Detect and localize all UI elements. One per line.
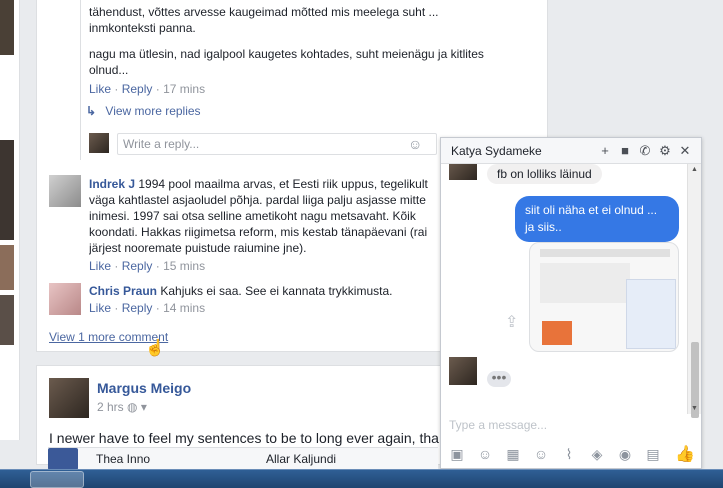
browser-taskbar-button[interactable] (30, 471, 84, 488)
post-meta: 2 hrs ◍ ▾ (97, 400, 147, 414)
calendar-icon[interactable]: ▤ (643, 446, 663, 463)
comment: Indrek J 1994 pool maailma arvas, et Ees… (89, 176, 439, 256)
photo-icon[interactable]: ▣ (447, 446, 467, 463)
phone-icon[interactable]: ✆ (635, 143, 655, 159)
left-rail (0, 0, 20, 440)
thumbnail[interactable] (0, 245, 14, 290)
privacy-icon[interactable]: ◍ ▾ (127, 400, 147, 414)
globe-icon[interactable] (48, 447, 78, 470)
bottom-bar: Thea Inno Allar Kaljundi (48, 447, 438, 470)
like-link[interactable]: Like (89, 301, 111, 315)
like-link[interactable]: Like (89, 259, 111, 273)
reply-arrow-icon: ↳ (86, 104, 97, 118)
avatar (449, 357, 477, 385)
contact-item[interactable]: Thea Inno (96, 452, 266, 466)
share-icon[interactable]: ⇪ (505, 312, 518, 332)
plus-icon[interactable]: + (595, 143, 615, 158)
timestamp[interactable]: 2 hrs (97, 400, 124, 414)
like-icon[interactable]: 👍 (675, 444, 695, 464)
chat-title[interactable]: Katya Sydameke (451, 144, 595, 158)
reply-paragraph: nagu ma ütlesin, nad igalpool kaugetes k… (89, 47, 484, 77)
message-incoming: fb on lolliks läinud (487, 164, 602, 184)
like-link[interactable]: Like (89, 82, 111, 96)
avatar[interactable] (89, 133, 109, 153)
avatar[interactable] (49, 283, 81, 315)
camera-icon[interactable]: ◉ (615, 446, 635, 463)
timestamp: 14 mins (163, 301, 206, 315)
message-outgoing: siit oli näha et ei olnud ... ja siis.. (515, 196, 679, 242)
chat-toolbar: ▣ ☺ ▦ ☺ ⌇ ◈ ◉ ▤ 👍 (441, 440, 701, 468)
timestamp: 17 mins (163, 82, 206, 96)
reply-input[interactable]: Write a reply... (117, 133, 437, 155)
scroll-up-icon[interactable]: ▲ (691, 166, 698, 173)
comment-actions: Like · Reply · 14 mins (89, 301, 206, 315)
reply-actions: Like · Reply · 17 mins (89, 82, 206, 96)
image-attachment[interactable] (529, 242, 679, 352)
comment-actions: Like · Reply · 15 mins (89, 259, 206, 273)
comment-text: Kahjuks ei saa. See ei kannata trykkimus… (160, 284, 393, 298)
message-input[interactable]: Type a message... (449, 418, 547, 432)
typing-indicator: ••• (487, 370, 511, 387)
comment: Chris Praun Kahjuks ei saa. See ei kanna… (89, 283, 439, 299)
timestamp: 15 mins (163, 259, 206, 273)
attachment-icon[interactable]: ⌇ (559, 446, 579, 463)
video-call-icon[interactable]: ■ (615, 143, 635, 158)
chat-scrollbar[interactable]: ▲ ▼ (687, 164, 701, 418)
gear-icon[interactable]: ⚙ (655, 143, 675, 159)
post-author[interactable]: Margus Meigo (97, 380, 191, 396)
reply-text: tähendust, võttes arvesse kaugeimad mõtt… (89, 5, 439, 35)
comment-author[interactable]: Chris Praun (89, 284, 157, 298)
chat-messages: fb on lolliks läinud siit oli näha et ei… (441, 164, 689, 414)
reply-link[interactable]: Reply (122, 301, 153, 315)
thumbnail[interactable] (0, 295, 14, 345)
emoji-icon[interactable]: ☺ (408, 136, 422, 152)
thumbnail[interactable] (0, 140, 14, 240)
comment-author[interactable]: Indrek J (89, 177, 135, 191)
gif-icon[interactable]: ▦ (503, 446, 523, 463)
avatar[interactable] (49, 175, 81, 207)
sticker-icon[interactable]: ☺ (475, 446, 495, 462)
scroll-down-icon[interactable]: ▼ (691, 405, 698, 412)
contact-item[interactable]: Allar Kaljundi (266, 452, 336, 466)
close-icon[interactable]: ✕ (675, 143, 695, 159)
emoji-icon[interactable]: ☺ (531, 446, 551, 462)
chat-window: Katya Sydameke + ■ ✆ ⚙ ✕ fb on lolliks l… (440, 137, 702, 469)
avatar[interactable] (49, 378, 89, 418)
comment-text: 1994 pool maailma arvas, et Eesti riik u… (89, 177, 428, 255)
avatar (449, 164, 477, 180)
reply-link[interactable]: Reply (122, 259, 153, 273)
chat-header[interactable]: Katya Sydameke + ■ ✆ ⚙ ✕ (441, 138, 701, 164)
taskbar (0, 469, 723, 488)
hand-cursor-icon: ☝ (145, 340, 165, 357)
reply-link[interactable]: Reply (122, 82, 153, 96)
game-icon[interactable]: ◈ (587, 446, 607, 463)
thumbnail[interactable] (0, 0, 14, 55)
view-more-replies[interactable]: ↳ View more replies (86, 104, 201, 118)
